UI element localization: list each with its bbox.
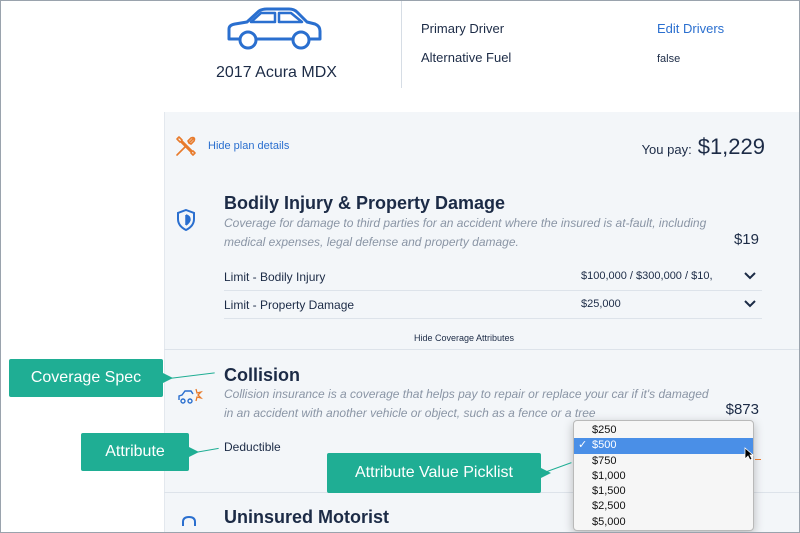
mouse-cursor-icon [744, 447, 754, 461]
checkmark-icon: ✓ [578, 439, 588, 452]
picklist-accent [755, 459, 761, 460]
hide-plan-details-label: Hide plan details [208, 140, 290, 152]
attribute-row-limit-bodily-injury: Limit - Bodily Injury $100,000 / $300,00… [224, 263, 762, 291]
you-pay-amount: $1,229 [697, 134, 765, 159]
hide-coverage-attributes-button[interactable]: Hide Coverage Attributes [414, 333, 514, 343]
car-crash-icon [178, 388, 203, 404]
shield-icon [177, 209, 195, 231]
tools-icon [176, 136, 196, 156]
coverage-title: Uninsured Motorist [224, 507, 389, 527]
attribute-label: Limit - Property Damage [224, 298, 355, 312]
vehicle-name: 2017 Acura MDX [216, 64, 337, 81]
screenshot-frame: 2017 Acura MDX Primary Driver Alternativ… [0, 0, 800, 533]
coverage-divider [164, 349, 799, 350]
header-divider [401, 1, 402, 88]
callout-coverage-spec: Coverage Spec [9, 359, 163, 397]
hide-plan-details-button[interactable]: Hide plan details [174, 134, 289, 158]
picklist-option[interactable]: $1,000 [574, 469, 753, 484]
alternative-fuel-label: Alternative Fuel [421, 50, 512, 65]
chevron-down-icon [744, 300, 756, 308]
attribute-label: Limit - Bodily Injury [224, 270, 326, 284]
coverage-description: Collision insurance is a coverage that h… [224, 387, 709, 420]
picklist-option[interactable]: $750 [574, 454, 753, 469]
property-damage-limit-select[interactable]: $25,000 [581, 291, 762, 318]
attribute-value: $25,000 [581, 298, 621, 310]
picklist-option[interactable]: $250 [574, 423, 753, 438]
lock-icon [182, 516, 196, 526]
car-outline-icon [227, 7, 322, 50]
edit-drivers-link[interactable]: Edit Drivers [657, 21, 724, 36]
callout-attribute-value-picklist: Attribute Value Picklist [327, 453, 541, 493]
alternative-fuel-value: false [657, 53, 681, 65]
callout-attribute: Attribute [81, 433, 189, 471]
picklist-option[interactable]: $1,500 [574, 484, 753, 499]
deductible-picklist[interactable]: $250 ✓ $500 $750 $1,000 $1,500 $2,500 $5,… [573, 420, 754, 531]
coverage-price: $19 [733, 231, 759, 248]
you-pay-label: You pay: [641, 142, 692, 157]
primary-driver-label: Primary Driver [421, 21, 505, 36]
coverage-price: $873 [725, 401, 759, 418]
you-pay-summary: You pay: $1,229 [642, 134, 765, 160]
vehicle-summary: 2017 Acura MDX Primary Driver Alternativ… [1, 1, 799, 105]
attribute-value: $100,000 / $300,000 / $10, [581, 270, 713, 282]
chevron-down-icon [744, 272, 756, 280]
attribute-row-limit-property-damage: Limit - Property Damage $25,000 [224, 291, 762, 319]
coverage-title: Bodily Injury & Property Damage [224, 193, 506, 213]
picklist-option[interactable]: $5,000 [574, 515, 753, 530]
bodily-injury-limit-select[interactable]: $100,000 / $300,000 / $10, [581, 263, 762, 290]
attribute-label: Deductible [224, 440, 281, 454]
coverage-description: Coverage for damage to third parties for… [224, 216, 707, 249]
coverage-title: Collision [224, 365, 300, 385]
picklist-option-selected[interactable]: ✓ $500 [574, 438, 753, 454]
picklist-option[interactable]: $2,500 [574, 499, 753, 514]
